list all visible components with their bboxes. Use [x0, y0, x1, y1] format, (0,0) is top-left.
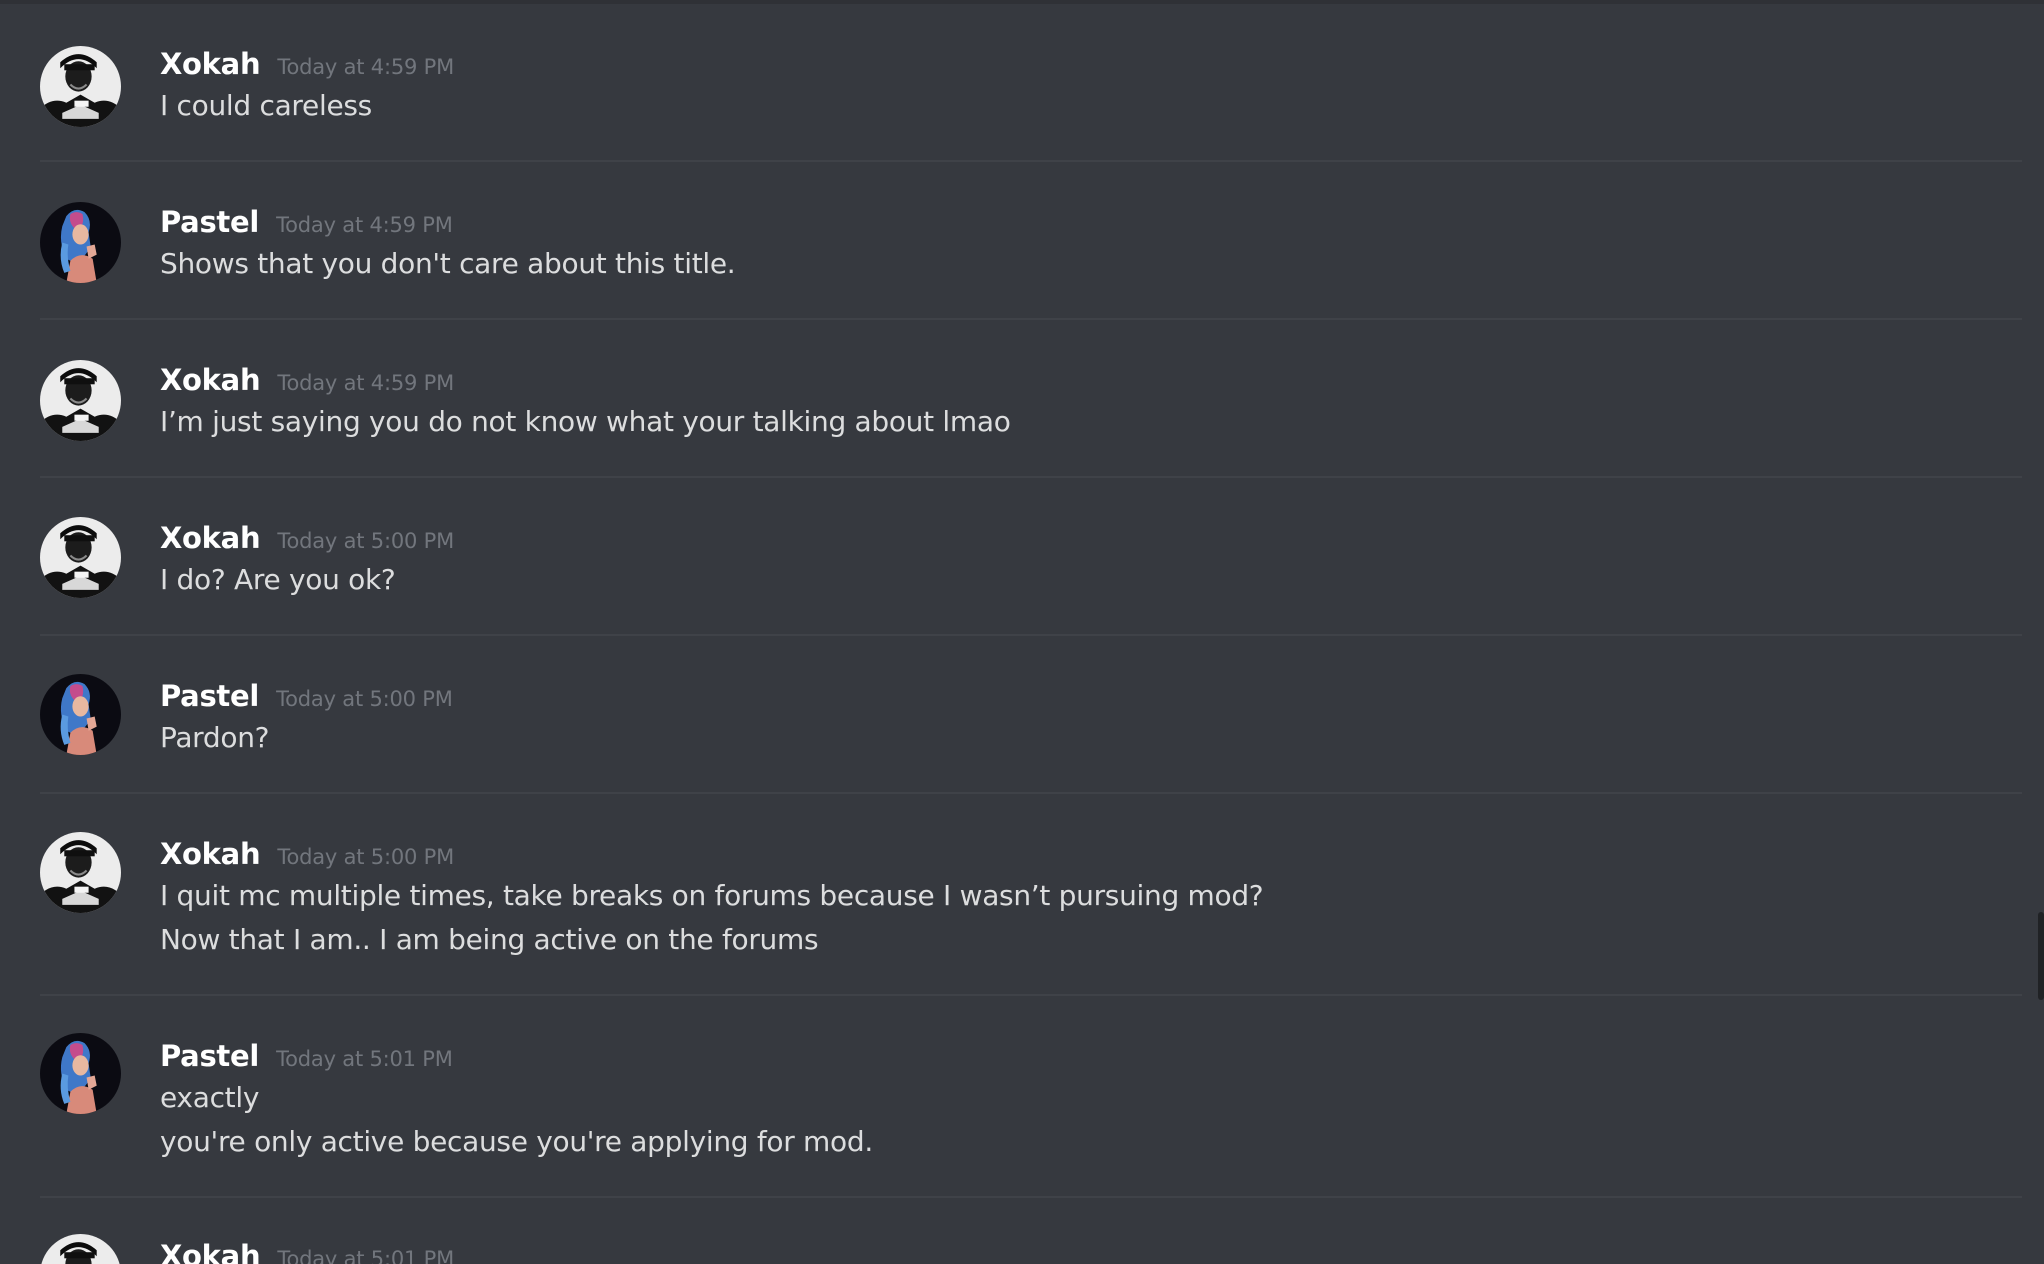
message: Xokah Today at 4:59 PM I’m just saying y…: [40, 320, 2022, 478]
message: Xokah Today at 5:00 PM I do? Are you ok?: [40, 478, 2022, 636]
message-text: Shows that you don't care about this tit…: [160, 247, 736, 280]
message: Pastel Today at 5:00 PM Pardon?: [40, 636, 2022, 794]
message: Xokah Today at 5:00 PM I quit mc multipl…: [40, 794, 2022, 996]
message: Pastel Today at 5:01 PM exactly you're o…: [40, 996, 2022, 1198]
message: Xokah Today at 5:01 PM: [40, 1198, 2022, 1264]
message: Pastel Today at 4:59 PM Shows that you d…: [40, 162, 2022, 320]
xokah-avatar-icon[interactable]: [40, 832, 121, 913]
username[interactable]: Pastel: [160, 1039, 259, 1073]
message-text: I could careless: [160, 89, 372, 122]
pastel-avatar-icon[interactable]: [40, 674, 121, 755]
message-text: Now that I am.. I am being active on the…: [160, 923, 819, 956]
username[interactable]: Xokah: [160, 363, 261, 397]
username[interactable]: Pastel: [160, 205, 259, 239]
message: Xokah Today at 4:59 PM I could careless: [40, 4, 2022, 162]
timestamp[interactable]: Today at 5:00 PM: [277, 845, 454, 869]
scrollbar-thumb[interactable]: [2038, 912, 2044, 1000]
timestamp[interactable]: Today at 5:00 PM: [276, 687, 453, 711]
username[interactable]: Xokah: [160, 521, 261, 555]
timestamp[interactable]: Today at 5:00 PM: [277, 529, 454, 553]
pastel-avatar-icon[interactable]: [40, 1033, 121, 1114]
timestamp[interactable]: Today at 4:59 PM: [277, 371, 454, 395]
message-text: exactly: [160, 1081, 260, 1114]
username[interactable]: Xokah: [160, 47, 261, 81]
message-text: you're only active because you're applyi…: [160, 1125, 873, 1158]
username[interactable]: Xokah: [160, 1239, 261, 1264]
timestamp[interactable]: Today at 4:59 PM: [276, 213, 453, 237]
xokah-avatar-icon[interactable]: [40, 517, 121, 598]
message-text: I do? Are you ok?: [160, 563, 396, 596]
xokah-avatar-icon[interactable]: [40, 360, 121, 441]
message-text: I quit mc multiple times, take breaks on…: [160, 879, 1264, 912]
xokah-avatar-icon[interactable]: [40, 1234, 121, 1264]
username[interactable]: Xokah: [160, 837, 261, 871]
message-text: I’m just saying you do not know what you…: [160, 405, 1011, 438]
username[interactable]: Pastel: [160, 679, 259, 713]
message-text: Pardon?: [160, 721, 270, 754]
timestamp[interactable]: Today at 4:59 PM: [277, 55, 454, 79]
message-list[interactable]: Xokah Today at 4:59 PM I could careless …: [40, 4, 2022, 1264]
pastel-avatar-icon[interactable]: [40, 202, 121, 283]
timestamp[interactable]: Today at 5:01 PM: [277, 1247, 454, 1264]
xokah-avatar-icon[interactable]: [40, 46, 121, 127]
timestamp[interactable]: Today at 5:01 PM: [276, 1047, 453, 1071]
